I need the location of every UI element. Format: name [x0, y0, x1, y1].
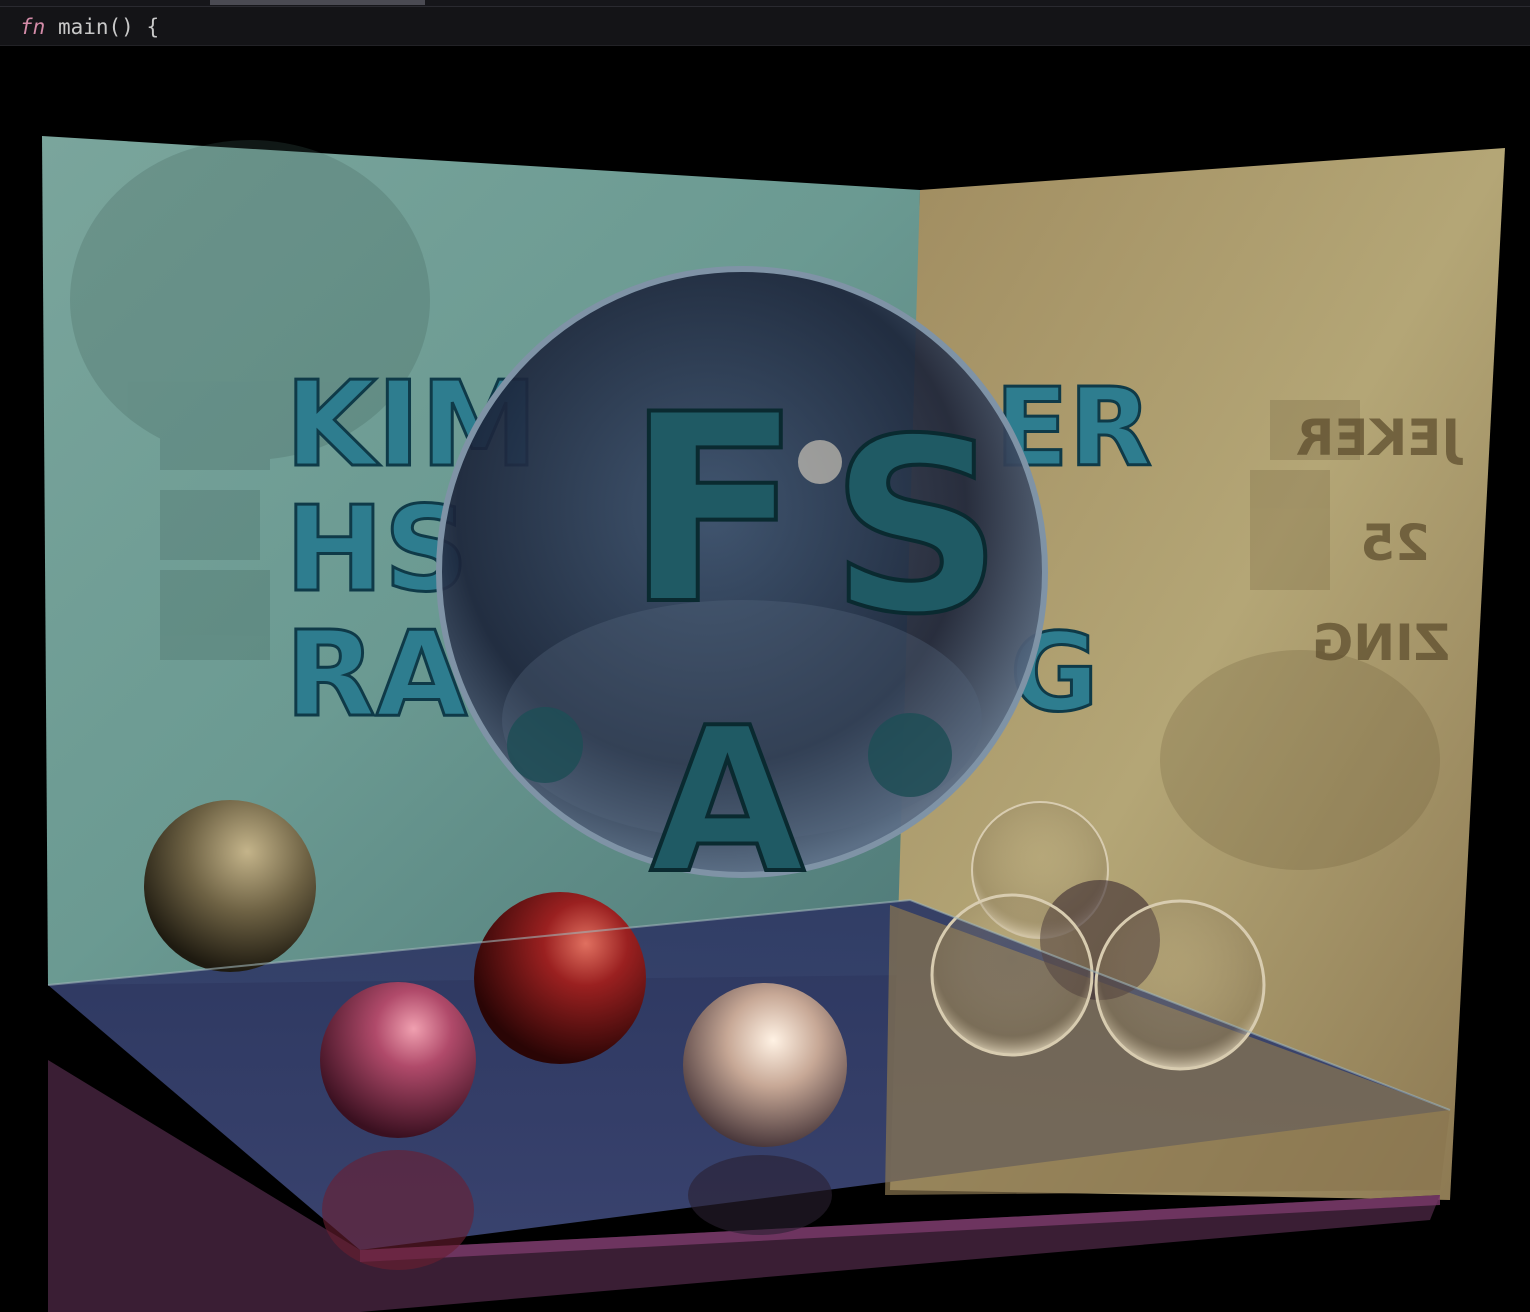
code-text: main() { [45, 15, 160, 39]
wall-text-line-3: RA [285, 605, 467, 743]
code-line[interactable]: fn main() { [20, 15, 159, 39]
mirror-text-line-1: JEKER [1296, 409, 1463, 467]
app-window: fn main() {KIM HS RA ER G JEKER 25 ZING… [0, 0, 1530, 1312]
sphere-letter-top: F [625, 360, 803, 662]
gold-ball [144, 800, 316, 972]
sphere-letter-right: S [830, 387, 1003, 667]
tab-strip [0, 0, 1530, 7]
sphere-letter-bottom: A [650, 685, 805, 918]
pink-ball [320, 982, 476, 1138]
code-line-bar[interactable]: fn main() { [0, 7, 1530, 46]
active-tab-indicator[interactable] [210, 0, 425, 5]
pearl-ball [683, 983, 847, 1147]
rendered-scene: KIM HS RA ER G JEKER 25 ZING F S A [42, 136, 1505, 1312]
mirror-text-line-2: 25 [1360, 514, 1430, 572]
raytraced-render-view: KIM HS RA ER G JEKER 25 ZING F S A [0, 46, 1530, 1312]
code-keyword: fn [20, 15, 46, 39]
red-ball [474, 892, 646, 1064]
mirror-text-line-3: ZING [1312, 614, 1450, 672]
pink-ball-reflection [322, 1150, 474, 1270]
pearl-ball-reflection [688, 1155, 832, 1235]
